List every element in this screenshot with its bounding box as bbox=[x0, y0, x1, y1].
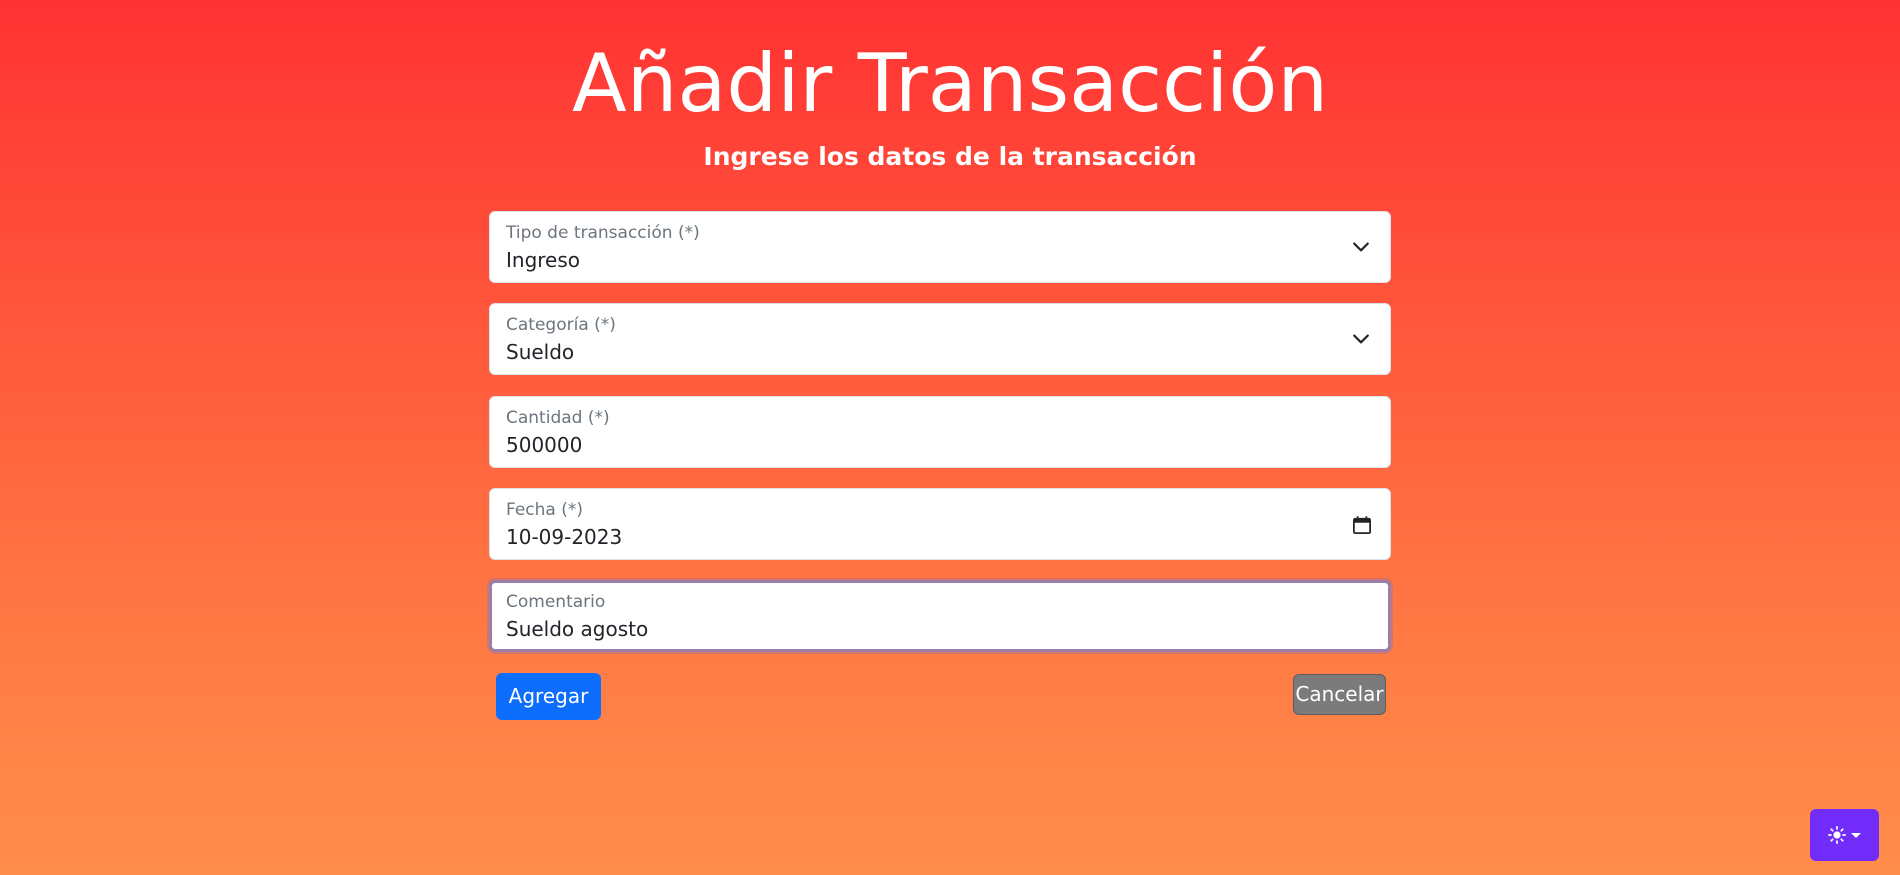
category-value: Sueldo bbox=[506, 340, 575, 364]
date-value: 10-09-2023 bbox=[506, 525, 623, 549]
amount-field[interactable]: Cantidad (*) 500000 bbox=[489, 396, 1391, 468]
page-subtitle: Ingrese los datos de la transacción bbox=[703, 142, 1197, 171]
page-title: Añadir Transacción bbox=[571, 37, 1329, 130]
date-label: Fecha (*) bbox=[506, 500, 584, 520]
sun-icon bbox=[1827, 826, 1846, 844]
calendar-icon[interactable] bbox=[1352, 515, 1372, 535]
transaction-type-label: Tipo de transacción (*) bbox=[506, 223, 700, 243]
category-select[interactable]: Categoría (*) Sueldo bbox=[489, 303, 1391, 375]
amount-value: 500000 bbox=[506, 433, 583, 457]
cancel-button[interactable]: Cancelar bbox=[1293, 674, 1386, 715]
caret-down-icon bbox=[1850, 833, 1861, 838]
chevron-down-icon[interactable] bbox=[1352, 238, 1370, 256]
date-field[interactable]: Fecha (*) 10-09-2023 bbox=[489, 488, 1391, 560]
comment-field[interactable]: Comentario Sueldo agosto bbox=[489, 580, 1391, 652]
add-button[interactable]: Agregar bbox=[496, 673, 601, 720]
transaction-type-select[interactable]: Tipo de transacción (*) Ingreso bbox=[489, 211, 1391, 283]
transaction-type-value: Ingreso bbox=[506, 248, 581, 272]
comment-value: Sueldo agosto bbox=[506, 617, 649, 641]
comment-label: Comentario bbox=[506, 592, 606, 612]
chevron-down-icon[interactable] bbox=[1352, 330, 1370, 348]
category-label: Categoría (*) bbox=[506, 315, 616, 335]
amount-label: Cantidad (*) bbox=[506, 408, 610, 428]
theme-toggle-button[interactable] bbox=[1810, 809, 1879, 861]
